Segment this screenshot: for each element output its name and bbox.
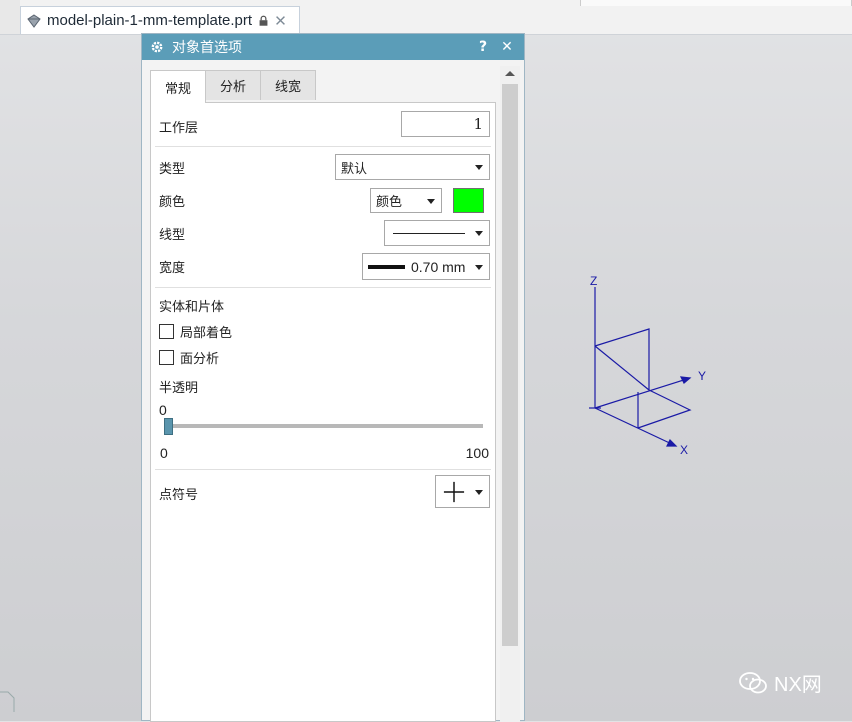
- color-label: 颜色: [159, 194, 186, 210]
- lock-icon: [259, 15, 268, 26]
- document-tab-strip: model-plain-1-mm-template.prt: [0, 0, 852, 35]
- watermark-text: NX网: [774, 674, 822, 696]
- translucency-slider-thumb[interactable]: [164, 418, 173, 435]
- partial-shading-row[interactable]: 局部着色: [159, 320, 489, 342]
- translucency-min-label: 0: [160, 445, 168, 461]
- partial-shading-label: 局部着色: [180, 325, 233, 341]
- chevron-down-icon: [475, 489, 483, 495]
- width-dropdown[interactable]: 0.70 mm: [362, 253, 490, 280]
- plus-symbol-icon: [443, 481, 465, 502]
- type-label: 类型: [159, 161, 186, 177]
- dialog-scrollbar[interactable]: [500, 66, 520, 722]
- z-axis-label: Z: [590, 274, 597, 288]
- x-axis-label: X: [680, 443, 688, 457]
- thick-line-icon: [368, 264, 405, 269]
- help-button[interactable]: ?: [474, 39, 492, 55]
- linetype-label: 线型: [159, 227, 186, 243]
- watermark: NX网: [738, 668, 822, 697]
- corner-view-cube: [0, 691, 15, 712]
- work-layer-input[interactable]: 1: [401, 111, 490, 137]
- type-value: 默认: [341, 161, 368, 177]
- tab-line-width[interactable]: 线宽: [260, 70, 317, 100]
- solids-section-title: 实体和片体: [159, 299, 225, 315]
- general-panel: 工作层 1 类型 默认 颜色 颜色 线型 宽度 0.70 mm 实体和片体 局部…: [150, 102, 496, 722]
- chevron-down-icon: [475, 165, 483, 170]
- tab-strip-spacer: [580, 0, 852, 6]
- face-analysis-checkbox[interactable]: [159, 349, 174, 365]
- partial-shading-checkbox[interactable]: [159, 323, 174, 339]
- tab-strip-margin: [0, 0, 20, 34]
- gear-icon: [151, 41, 163, 53]
- part-file-icon: [27, 13, 41, 28]
- linetype-dropdown[interactable]: [384, 220, 490, 246]
- work-layer-value: 1: [473, 115, 483, 133]
- close-button[interactable]: ✕: [498, 39, 516, 55]
- chevron-down-icon: [475, 264, 483, 270]
- dialog-titlebar[interactable]: 对象首选项 ? ✕: [142, 34, 524, 60]
- translucency-value-row: 0: [159, 399, 489, 421]
- translucency-header: 半透明: [159, 375, 489, 397]
- dialog-title: 对象首选项: [172, 40, 242, 56]
- chevron-down-icon: [427, 198, 435, 204]
- translucency-slider-track[interactable]: [165, 424, 483, 428]
- width-value: 0.70 mm: [411, 258, 466, 275]
- color-dropdown-value: 颜色: [376, 195, 403, 210]
- divider: [155, 287, 491, 288]
- chevron-down-icon: [475, 231, 483, 236]
- solids-section-header: 实体和片体: [159, 294, 489, 316]
- object-preferences-dialog: 对象首选项 ? ✕ 常规 分析 线宽 工作层 1 类型 默认 颜色 颜色 线型 …: [141, 33, 525, 722]
- scrollbar-thumb[interactable]: [502, 84, 518, 646]
- translucency-max-label: 100: [465, 445, 489, 461]
- face-analysis-row[interactable]: 面分析: [159, 346, 489, 368]
- divider: [155, 146, 491, 147]
- close-tab-icon[interactable]: [275, 15, 286, 26]
- color-dropdown[interactable]: 颜色: [370, 188, 442, 213]
- point-symbol-dropdown[interactable]: [435, 475, 490, 508]
- divider: [155, 469, 491, 470]
- scroll-up-icon[interactable]: [505, 71, 515, 76]
- y-axis-label: Y: [698, 369, 706, 383]
- color-swatch[interactable]: [453, 188, 484, 213]
- tab-analysis[interactable]: 分析: [205, 70, 262, 100]
- dialog-content: 常规 分析 线宽 工作层 1 类型 默认 颜色 颜色 线型 宽度 0.70 mm…: [150, 70, 496, 722]
- tab-general[interactable]: 常规: [150, 70, 207, 103]
- document-tab[interactable]: model-plain-1-mm-template.prt: [20, 6, 300, 34]
- width-label: 宽度: [159, 260, 186, 276]
- face-analysis-label: 面分析: [180, 351, 220, 367]
- point-symbol-label: 点符号: [159, 487, 199, 503]
- document-tab-label: model-plain-1-mm-template.prt: [47, 12, 253, 29]
- tab-bar: 常规 分析 线宽: [150, 70, 496, 103]
- type-dropdown[interactable]: 默认: [335, 154, 490, 180]
- wechat-logo-icon: [739, 671, 767, 693]
- work-layer-label: 工作层: [159, 120, 199, 136]
- translucency-current-value: 0: [159, 402, 167, 418]
- solid-line-icon: [393, 232, 465, 234]
- translucency-label: 半透明: [159, 380, 199, 396]
- wcs-triad: [589, 287, 692, 447]
